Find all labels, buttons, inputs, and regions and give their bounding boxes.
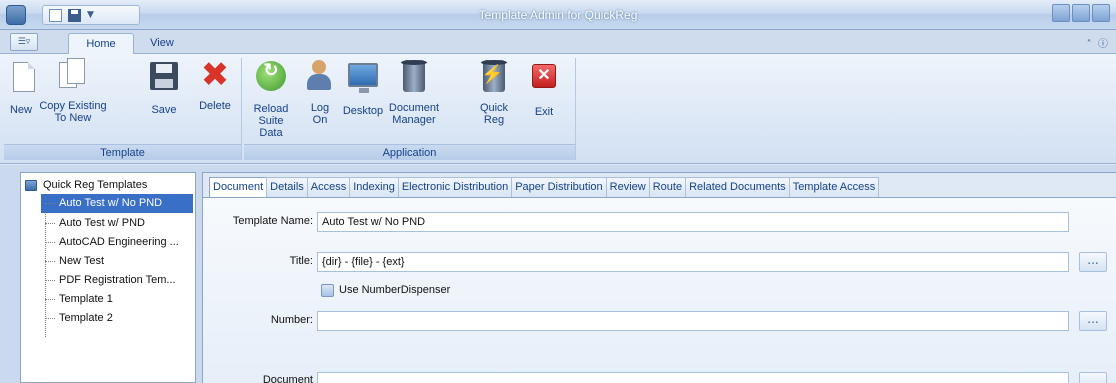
document-tab-strip: Document Details Access Indexing Electro… xyxy=(209,177,880,198)
tab-indexing[interactable]: Indexing xyxy=(349,177,399,197)
folder-icon xyxy=(25,179,37,191)
number-input[interactable] xyxy=(317,311,1069,331)
template-tree: Quick Reg Templates Auto Test w/ No PND … xyxy=(20,172,196,383)
ribbon-minimize-icon[interactable]: ˄ ⓘ xyxy=(1087,35,1108,50)
title-input[interactable]: {dir} - {file} - {ext} xyxy=(317,252,1069,272)
template-group-label: Template xyxy=(4,144,241,160)
document-manager-icon xyxy=(401,60,427,92)
red-x-icon: ✖ xyxy=(200,55,230,95)
main-area: Quick Reg Templates Auto Test w/ No PND … xyxy=(0,165,1116,383)
application-menu-button[interactable]: ☰▿ xyxy=(10,33,38,51)
number-label: Number: xyxy=(270,314,313,326)
minimize-button[interactable] xyxy=(1052,4,1070,22)
tree-root-label: Quick Reg Templates xyxy=(43,179,148,191)
tab-access[interactable]: Access xyxy=(306,177,351,197)
title-bar: ▼ Template Admin for QuickReg xyxy=(0,0,1116,30)
document-label: Document xyxy=(262,374,313,383)
number-browse-button[interactable]: ... xyxy=(1079,311,1107,331)
tree-root[interactable]: Quick Reg Templates xyxy=(25,179,147,191)
tab-template-access[interactable]: Template Access xyxy=(788,177,880,197)
document-input[interactable] xyxy=(317,372,1069,383)
new-button[interactable]: New xyxy=(8,58,35,116)
template-name-label: Template Name: xyxy=(232,215,313,227)
maximize-button[interactable] xyxy=(1072,4,1090,22)
template-group: New Copy Existing To New Save ✖ Delete T… xyxy=(4,58,242,160)
reload-icon xyxy=(256,61,286,91)
tree-item[interactable]: Auto Test w/ PND xyxy=(41,214,193,233)
template-editor-panel: Document Details Access Indexing Electro… xyxy=(202,172,1116,383)
title-browse-button[interactable]: ... xyxy=(1079,252,1107,272)
tree-item[interactable]: Template 1 xyxy=(41,290,193,309)
monitor-icon xyxy=(348,63,378,93)
user-key-icon xyxy=(305,60,335,92)
tab-view[interactable]: View xyxy=(140,33,184,54)
use-number-dispenser-checkbox[interactable] xyxy=(321,284,334,297)
document-form: Template Name: Auto Test w/ No PND Title… xyxy=(203,197,1116,383)
tab-related-documents[interactable]: Related Documents xyxy=(685,177,790,197)
new-document-icon xyxy=(13,62,35,92)
tree-item[interactable]: Template 2 xyxy=(41,309,193,328)
tab-review[interactable]: Review xyxy=(605,177,650,197)
template-name-input[interactable]: Auto Test w/ No PND xyxy=(317,212,1069,232)
document-browse-button[interactable] xyxy=(1079,372,1107,383)
use-number-dispenser-label: Use NumberDispenser xyxy=(339,284,451,296)
exit-icon: ✕ xyxy=(532,64,556,88)
exit-button[interactable]: ✕ Exit xyxy=(526,58,562,118)
tab-document[interactable]: Document xyxy=(209,177,268,198)
save-button[interactable]: Save xyxy=(148,58,180,116)
window-controls xyxy=(1052,4,1110,22)
close-button[interactable] xyxy=(1092,4,1110,22)
tab-paper-distribution[interactable]: Paper Distribution xyxy=(511,177,607,197)
quick-reg-button[interactable]: ⚡ Quick Reg xyxy=(476,58,512,126)
application-group-label: Application xyxy=(244,144,575,160)
tree-item[interactable]: New Test xyxy=(41,252,193,271)
tab-electronic-distribution[interactable]: Electronic Distribution xyxy=(397,177,513,197)
copy-document-icon xyxy=(57,58,89,92)
copy-existing-button[interactable]: Copy Existing To New xyxy=(38,58,108,124)
ribbon-tab-row: ☰▿ Home View ˄ ⓘ xyxy=(0,30,1116,54)
floppy-disk-icon xyxy=(150,62,178,90)
tab-home[interactable]: Home xyxy=(68,33,134,54)
tree-item[interactable]: PDF Registration Tem... xyxy=(41,271,193,290)
title-label: Title: xyxy=(289,255,313,267)
log-on-button[interactable]: Log On xyxy=(302,58,338,126)
application-group: Reload Suite Data Log On Desktop Documen… xyxy=(244,58,576,160)
document-manager-button[interactable]: Document Manager xyxy=(386,58,442,126)
reload-suite-data-button[interactable]: Reload Suite Data xyxy=(248,58,294,139)
tab-details[interactable]: Details xyxy=(266,177,308,197)
tree-item[interactable]: Auto Test w/ No PND xyxy=(41,194,193,213)
quick-reg-icon: ⚡ xyxy=(481,60,507,92)
tab-route[interactable]: Route xyxy=(648,177,687,197)
desktop-button[interactable]: Desktop xyxy=(340,58,386,117)
delete-button[interactable]: ✖ Delete xyxy=(196,58,234,112)
tree-item[interactable]: AutoCAD Engineering ... xyxy=(41,233,193,252)
ribbon: New Copy Existing To New Save ✖ Delete T… xyxy=(0,54,1116,164)
window-title: Template Admin for QuickReg xyxy=(478,8,638,22)
